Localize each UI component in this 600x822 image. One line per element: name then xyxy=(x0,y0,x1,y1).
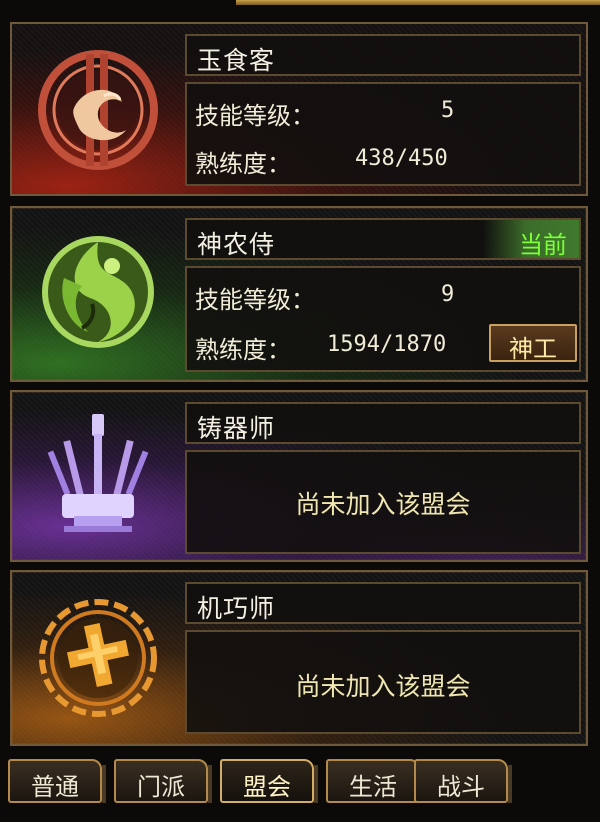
skill-name: 机巧师 xyxy=(197,594,276,623)
tab-label: 生活 xyxy=(349,773,397,801)
tab-life[interactable]: 生活 xyxy=(326,759,424,803)
not-joined-message: 尚未加入该盟会 xyxy=(295,490,471,519)
shengong-button-label: 神工 xyxy=(509,335,557,363)
skill-panel-shennongshi[interactable]: 神农侍 当前 技能等级： 9 熟练度： 1594/1870 神工 xyxy=(10,206,588,382)
proficiency-label: 熟练度： xyxy=(195,336,291,364)
skill-panel-jiqiaoshi[interactable]: 机巧师 尚未加入该盟会 xyxy=(10,570,588,746)
skill-info-box: 尚未加入该盟会 xyxy=(185,450,581,554)
skill-panel-zhuqishi[interactable]: 铸器师 尚未加入该盟会 xyxy=(10,390,588,562)
current-badge: 当前 xyxy=(483,220,579,259)
gear-emblem-icon xyxy=(39,599,157,717)
skill-name: 神农侍 xyxy=(197,230,276,259)
tab-label: 盟会 xyxy=(243,773,291,801)
skill-info-box: 尚未加入该盟会 xyxy=(185,630,581,734)
proficiency-value: 1594/1870 xyxy=(327,332,447,357)
skill-name-box: 机巧师 xyxy=(185,582,581,624)
top-gold-bar xyxy=(236,0,600,5)
shengong-button[interactable]: 神工 xyxy=(489,324,577,363)
current-badge-label: 当前 xyxy=(519,231,567,259)
skill-panel-yushike[interactable]: 玉食客 技能等级： 5 熟练度： 438/450 xyxy=(10,22,588,196)
herb-emblem-icon xyxy=(42,236,154,348)
fish-emblem-icon xyxy=(38,50,158,170)
forge-emblem-icon xyxy=(47,414,149,532)
proficiency-value: 438/450 xyxy=(355,146,448,171)
skill-name: 铸器师 xyxy=(197,414,276,443)
skill-level-label: 技能等级： xyxy=(195,286,315,314)
tab-guild[interactable]: 盟会 xyxy=(220,759,318,803)
tab-normal[interactable]: 普通 xyxy=(8,759,106,803)
skill-name: 玉食客 xyxy=(197,46,276,75)
tab-sect[interactable]: 门派 xyxy=(114,759,212,803)
skill-info-box: 技能等级： 9 熟练度： 1594/1870 神工 xyxy=(185,266,581,372)
skill-info-box: 技能等级： 5 熟练度： 438/450 xyxy=(185,82,581,186)
proficiency-label: 熟练度： xyxy=(195,150,291,178)
tab-combat[interactable]: 战斗 xyxy=(414,759,512,803)
skill-name-box: 铸器师 xyxy=(185,402,581,444)
skill-name-box: 玉食客 xyxy=(185,34,581,76)
skill-level-value: 9 xyxy=(441,282,455,307)
not-joined-message: 尚未加入该盟会 xyxy=(295,672,471,701)
tab-label: 门派 xyxy=(137,773,185,801)
skill-level-label: 技能等级： xyxy=(195,102,315,130)
skill-name-box: 神农侍 当前 xyxy=(185,218,581,260)
category-tab-bar: 普通 门派 盟会 生活 战斗 xyxy=(0,752,600,822)
tab-label: 战斗 xyxy=(437,773,485,801)
tab-label: 普通 xyxy=(31,773,79,801)
top-frame xyxy=(0,0,600,10)
skill-level-value: 5 xyxy=(441,98,455,123)
